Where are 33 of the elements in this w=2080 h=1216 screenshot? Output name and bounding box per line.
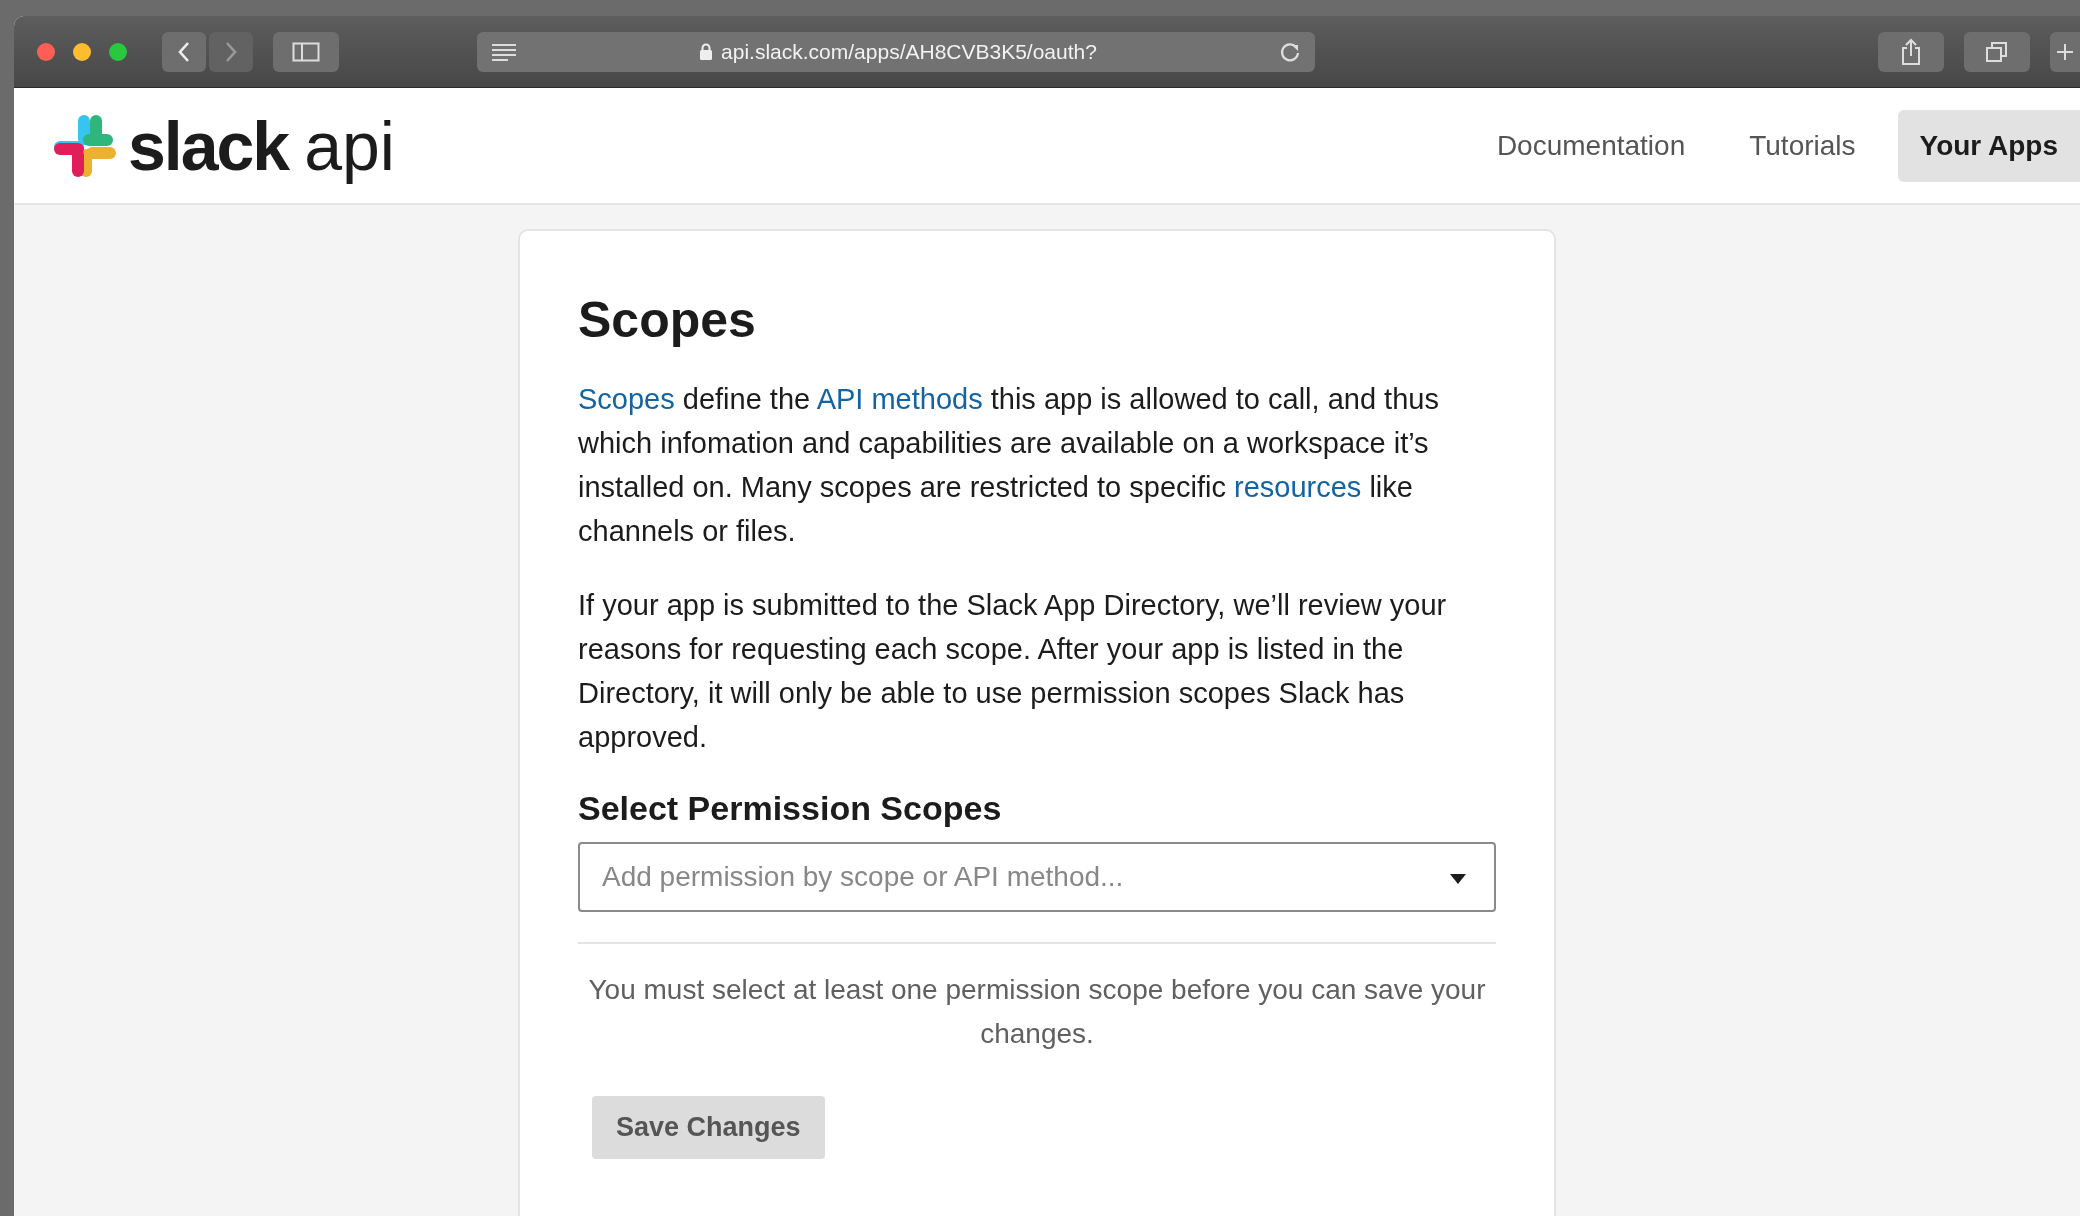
reload-icon[interactable] [1279,40,1301,63]
nav-link[interactable]: Your Apps [1897,109,2080,182]
text-link[interactable]: resources [1234,471,1362,503]
dropdown-caret-icon[interactable] [1450,874,1466,884]
tabs-icon [1985,40,2009,63]
share-icon [1900,37,1922,66]
address-bar[interactable]: api.slack.com/apps/AH8CVB3K5/oauth? [477,31,1315,72]
reader-icon[interactable] [491,42,517,61]
intro-paragraph: Scopes define the API methods this app is allowed to call, and thus which infomation and capabilities are available on a workspace it’s installed on. Many scopes are restricted to specific resources like channels or files. [578,382,1440,549]
close-window-icon[interactable] [36,41,56,62]
maximize-window-icon[interactable] [108,41,128,62]
section-title: Select Permission Scopes [578,789,1003,828]
url-text: api.slack.com/apps/AH8CVB3K5/oauth? [721,39,1097,64]
scope-select[interactable]: Add permission by scope or API method... [578,842,1496,912]
review-paragraph: If your app is submitted to the Slack App Directory, we’ll review your reasons for requesting each scope. After your app is listed in the Directory, it will only be able to use permission scopes Slack has approved. [578,588,1448,755]
slack-logo-icon [52,112,118,179]
logo-suffix: api [304,106,395,185]
logo-wordmark: slack [128,106,289,185]
new-tab-button[interactable] [2050,31,2080,72]
minimize-window-icon[interactable] [72,41,92,62]
card-title: Scopes [578,291,757,349]
sidebar-button[interactable] [273,31,339,72]
tabs-button[interactable] [1964,31,2030,72]
plus-icon [2055,41,2075,62]
share-button[interactable] [1878,31,1944,72]
text-link[interactable]: API methods [816,383,983,415]
notice-text: You must select at least one permission scope before you can save your changes. [587,973,1487,1051]
nav-link[interactable]: Tutorials [1727,109,1878,182]
lock-icon [699,42,714,61]
text-link[interactable]: Scopes [578,383,675,415]
nav-link[interactable]: Documentation [1474,109,1708,182]
sidebar-icon [292,41,320,62]
back-button[interactable] [162,31,206,72]
